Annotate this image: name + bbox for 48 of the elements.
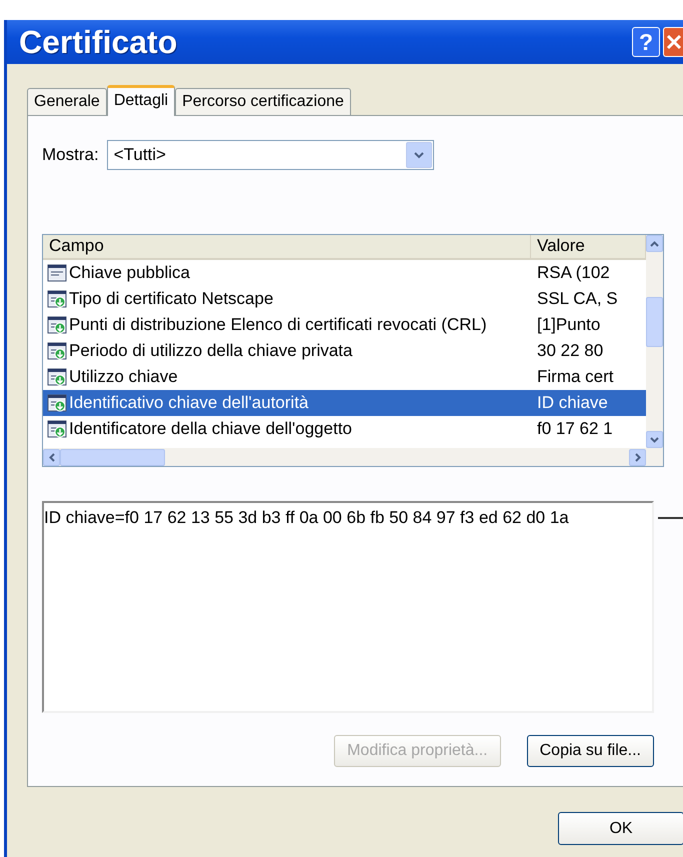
list-row[interactable]: Punti di distribuzione Elenco di certificati revocati (CRL) [1]Punto (43, 312, 646, 338)
scroll-left-button[interactable] (43, 448, 60, 466)
list-row[interactable]: Periodo di utilizzo della chiave privata 30 22 80 (43, 338, 646, 364)
help-button[interactable]: ? (632, 27, 660, 57)
certificate-extension-icon (47, 290, 67, 308)
scroll-up-button[interactable] (646, 235, 663, 252)
certificate-extension-icon (47, 342, 67, 360)
list-row[interactable]: Identificatore della chiave dell'oggetto f0 17 62 1 (43, 416, 646, 442)
certificate-extension-icon (47, 394, 67, 412)
scrollbar-thumb[interactable] (60, 448, 165, 466)
scroll-right-button[interactable] (629, 448, 646, 466)
leader-line (658, 517, 683, 519)
detail-text-area[interactable]: ID chiave=f0 17 62 13 55 3d b3 ff 0a 00 6b fb 50 84 97 f3 ed 62 d0 1a (42, 501, 654, 713)
certificate-extension-icon (47, 316, 67, 334)
tab[interactable]: Generale (27, 88, 107, 115)
field-name: Identificatore della chiave dell'oggetto (69, 418, 352, 440)
tab[interactable]: Dettagli (106, 85, 176, 116)
certificate-field-icon (47, 264, 67, 282)
close-button[interactable] (663, 27, 683, 57)
field-value: f0 17 62 1 (537, 419, 613, 438)
show-label: Mostra: (42, 144, 99, 166)
window-title: Certificato (19, 23, 178, 62)
scroll-down-button[interactable] (646, 431, 663, 448)
list-row[interactable]: Identificativo chiave dell'autorità ID chiave (43, 390, 646, 416)
field-name: Chiave pubblica (69, 262, 190, 284)
field-name: Identificativo chiave dell'autorità (69, 392, 308, 414)
show-dropdown[interactable]: <Tutti> (106, 140, 434, 170)
certificate-extension-icon (47, 368, 67, 386)
tab[interactable]: Percorso certificazione (175, 88, 351, 115)
field-name: Utilizzo chiave (69, 366, 178, 388)
field-value: [1]Punto (537, 315, 600, 334)
field-value: RSA (102 (537, 263, 610, 282)
certificate-extension-icon (47, 420, 67, 438)
list-row[interactable]: Chiave pubblica RSA (102 (43, 260, 646, 286)
field-value: Firma cert (537, 367, 614, 386)
column-header[interactable]: Campo (43, 235, 531, 258)
close-icon (666, 34, 682, 50)
list-row[interactable]: Tipo di certificato Netscape SSL CA, S (43, 286, 646, 312)
field-value: 30 22 80 (537, 341, 604, 360)
field-name: Periodo di utilizzo della chiave privata (69, 340, 352, 362)
copy-to-file-button[interactable]: Copia su file... (526, 735, 654, 767)
field-value: SSL CA, S (537, 289, 618, 308)
field-value: ID chiave (537, 393, 608, 412)
field-name: Tipo di certificato Netscape (69, 288, 274, 310)
field-name: Punti di distribuzione Elenco di certificati revocati (CRL) (69, 314, 487, 336)
ok-button[interactable]: OK (558, 812, 683, 845)
scrollbar-thumb[interactable] (646, 297, 663, 347)
list-row[interactable]: Utilizzo chiave Firma cert (43, 364, 646, 390)
